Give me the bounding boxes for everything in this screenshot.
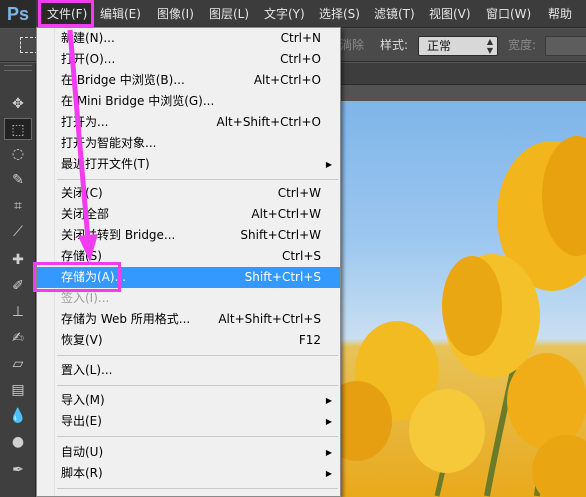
annotation-arrow-icon — [67, 29, 98, 262]
